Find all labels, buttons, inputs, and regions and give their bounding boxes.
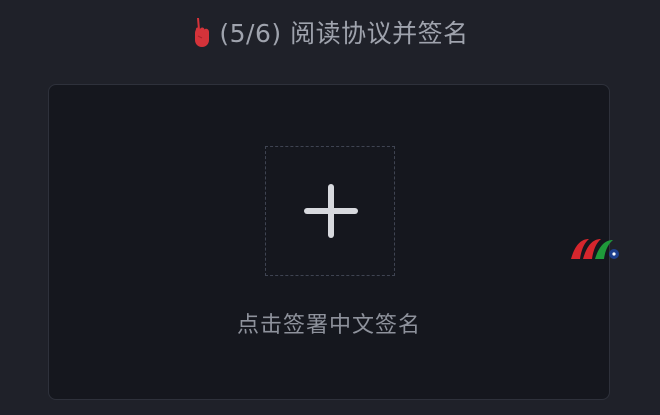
brand-logo-icon: [571, 239, 619, 259]
step-counter: (5/6): [219, 19, 282, 48]
page-title: 阅读协议并签名: [290, 19, 469, 48]
page-header: (5/6) 阅读协议并签名: [0, 12, 660, 52]
pointing-hand-icon: [195, 18, 210, 47]
plus-icon: [304, 184, 358, 238]
step-title: (5/6) 阅读协议并签名: [219, 14, 468, 50]
sign-hint-text: 点击签署中文签名: [236, 313, 421, 338]
add-signature-button[interactable]: [265, 146, 395, 276]
signature-card[interactable]: 点击签署中文签名: [48, 84, 610, 400]
